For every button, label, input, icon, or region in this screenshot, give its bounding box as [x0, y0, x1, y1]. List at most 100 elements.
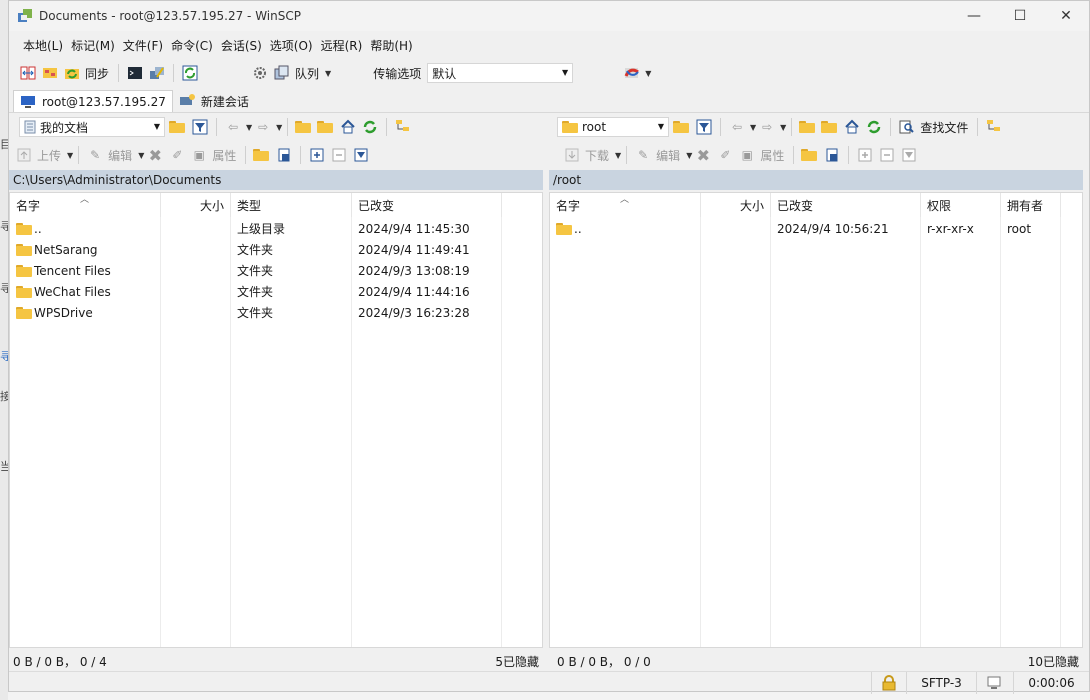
gear-icon[interactable]	[251, 64, 269, 82]
edit-icon[interactable]: ✎	[634, 146, 652, 164]
menu-command[interactable]: 命令(C)	[167, 37, 217, 54]
close-button[interactable]: ✕	[1043, 1, 1089, 31]
delete-icon[interactable]: ✖	[694, 146, 712, 165]
select-files-icon[interactable]	[856, 146, 874, 164]
unselect-files-icon[interactable]	[330, 146, 348, 164]
column-rights[interactable]: 权限	[921, 193, 1001, 217]
edit-dropdown-icon[interactable]: ▼	[138, 151, 144, 160]
open-directory-icon[interactable]	[169, 118, 187, 136]
refresh-icon[interactable]	[865, 118, 883, 136]
column-changed[interactable]: 已改变	[352, 193, 502, 217]
table-row[interactable]: .. 2024/9/4 10:56:21 r-xr-xr-x root	[550, 218, 1082, 239]
forward-icon[interactable]: ⇨	[758, 118, 776, 136]
column-changed[interactable]: 已改变	[771, 193, 921, 217]
minimize-button[interactable]: —	[951, 1, 997, 31]
edit-label[interactable]: 编辑	[656, 147, 680, 164]
refresh-icon[interactable]	[361, 118, 379, 136]
table-row[interactable]: NetSarang 文件夹 2024/9/4 11:49:41	[10, 239, 542, 260]
putty-icon[interactable]	[148, 64, 166, 82]
filter-icon[interactable]	[191, 118, 209, 136]
root-directory-icon[interactable]	[317, 118, 335, 136]
menu-session[interactable]: 会话(S)	[217, 37, 266, 54]
column-size[interactable]: 大小	[161, 193, 231, 217]
queue-label[interactable]: 队列	[295, 65, 319, 82]
new-file-icon[interactable]	[275, 146, 293, 164]
new-folder-icon[interactable]	[253, 146, 271, 164]
upload-dropdown-icon[interactable]: ▼	[67, 151, 73, 160]
queue-icon[interactable]	[273, 64, 291, 82]
column-size[interactable]: 大小	[701, 193, 771, 217]
tree-icon[interactable]	[985, 118, 1003, 136]
back-dropdown-icon[interactable]: ▼	[246, 123, 252, 132]
remote-hidden-count[interactable]: 10已隐藏	[1028, 653, 1079, 670]
encryption-lock-icon[interactable]	[871, 672, 906, 694]
edit-icon[interactable]: ✎	[86, 146, 104, 164]
parent-directory-icon[interactable]	[295, 118, 313, 136]
console-icon[interactable]	[126, 64, 144, 82]
menu-mark[interactable]: 标记(M)	[67, 37, 119, 54]
edit-dropdown-icon[interactable]: ▼	[686, 151, 692, 160]
column-name[interactable]: 名字 ︿	[550, 193, 701, 217]
download-label[interactable]: 下载	[585, 147, 609, 164]
local-file-list[interactable]: 名字 ︿ 大小 类型 已改变 .. 上级目录 2024/9/4 11:45:30…	[9, 192, 543, 648]
table-row[interactable]: Tencent Files 文件夹 2024/9/3 13:08:19	[10, 260, 542, 281]
maximize-button[interactable]: ☐	[997, 1, 1043, 31]
unselect-files-icon[interactable]	[878, 146, 896, 164]
compression-icon[interactable]	[976, 672, 1013, 694]
upload-icon[interactable]	[15, 146, 33, 164]
properties-icon[interactable]: ▣	[738, 146, 756, 164]
root-directory-icon[interactable]	[821, 118, 839, 136]
edit-label[interactable]: 编辑	[108, 147, 132, 164]
find-files-label[interactable]: 查找文件	[920, 119, 968, 136]
select-files-icon[interactable]	[308, 146, 326, 164]
network-connection-icon[interactable]	[623, 64, 641, 82]
tab-new-session[interactable]: 新建会话	[173, 90, 255, 112]
menu-file[interactable]: 文件(F)	[119, 37, 167, 54]
connection-dropdown-icon[interactable]: ▼	[645, 69, 651, 78]
table-row[interactable]: .. 上级目录 2024/9/4 11:45:30	[10, 218, 542, 239]
filter-icon[interactable]	[695, 118, 713, 136]
new-folder-icon[interactable]	[801, 146, 819, 164]
delete-icon[interactable]: ✖	[146, 146, 164, 165]
menu-local[interactable]: 本地(L)	[19, 37, 67, 54]
forward-dropdown-icon[interactable]: ▼	[276, 123, 282, 132]
back-icon[interactable]: ⇦	[224, 118, 242, 136]
synchronize-label[interactable]: 同步	[85, 65, 109, 82]
find-files-icon[interactable]	[898, 118, 916, 136]
home-icon[interactable]	[339, 118, 357, 136]
remote-location-select[interactable]: root ▼	[557, 117, 669, 137]
download-dropdown-icon[interactable]: ▼	[615, 151, 621, 160]
back-dropdown-icon[interactable]: ▼	[750, 123, 756, 132]
compare-directories-icon[interactable]	[19, 64, 37, 82]
select-filter-icon[interactable]	[352, 146, 370, 164]
new-file-icon[interactable]	[823, 146, 841, 164]
properties-label[interactable]: 属性	[760, 147, 784, 164]
rename-icon[interactable]: ✐	[168, 146, 186, 164]
properties-icon[interactable]: ▣	[190, 146, 208, 164]
synchronize-browsing-icon[interactable]	[41, 64, 59, 82]
table-row[interactable]: WeChat Files 文件夹 2024/9/4 11:44:16	[10, 281, 542, 302]
home-icon[interactable]	[843, 118, 861, 136]
transfer-settings-select[interactable]: 默认 ▼	[427, 63, 574, 83]
local-hidden-count[interactable]: 5已隐藏	[495, 653, 539, 670]
remote-file-list[interactable]: 名字 ︿ 大小 已改变 权限 拥有者 .. 2024/9/4 10:56:21 …	[549, 192, 1083, 648]
upload-label[interactable]: 上传	[37, 147, 61, 164]
menu-remote[interactable]: 远程(R)	[317, 37, 367, 54]
parent-directory-icon[interactable]	[799, 118, 817, 136]
local-location-select[interactable]: 我的文档 ▼	[19, 117, 165, 137]
forward-dropdown-icon[interactable]: ▼	[780, 123, 786, 132]
select-filter-icon[interactable]	[900, 146, 918, 164]
forward-icon[interactable]: ⇨	[254, 118, 272, 136]
column-type[interactable]: 类型	[231, 193, 352, 217]
queue-dropdown-icon[interactable]: ▼	[325, 69, 331, 78]
open-directory-icon[interactable]	[673, 118, 691, 136]
tab-session-root[interactable]: root@123.57.195.27	[13, 90, 173, 112]
menu-options[interactable]: 选项(O)	[266, 37, 317, 54]
download-icon[interactable]	[563, 146, 581, 164]
rename-icon[interactable]: ✐	[716, 146, 734, 164]
back-icon[interactable]: ⇦	[728, 118, 746, 136]
tree-icon[interactable]	[394, 118, 412, 136]
column-owner[interactable]: 拥有者	[1001, 193, 1061, 217]
refresh-window-icon[interactable]	[181, 64, 199, 82]
menu-help[interactable]: 帮助(H)	[366, 37, 416, 54]
